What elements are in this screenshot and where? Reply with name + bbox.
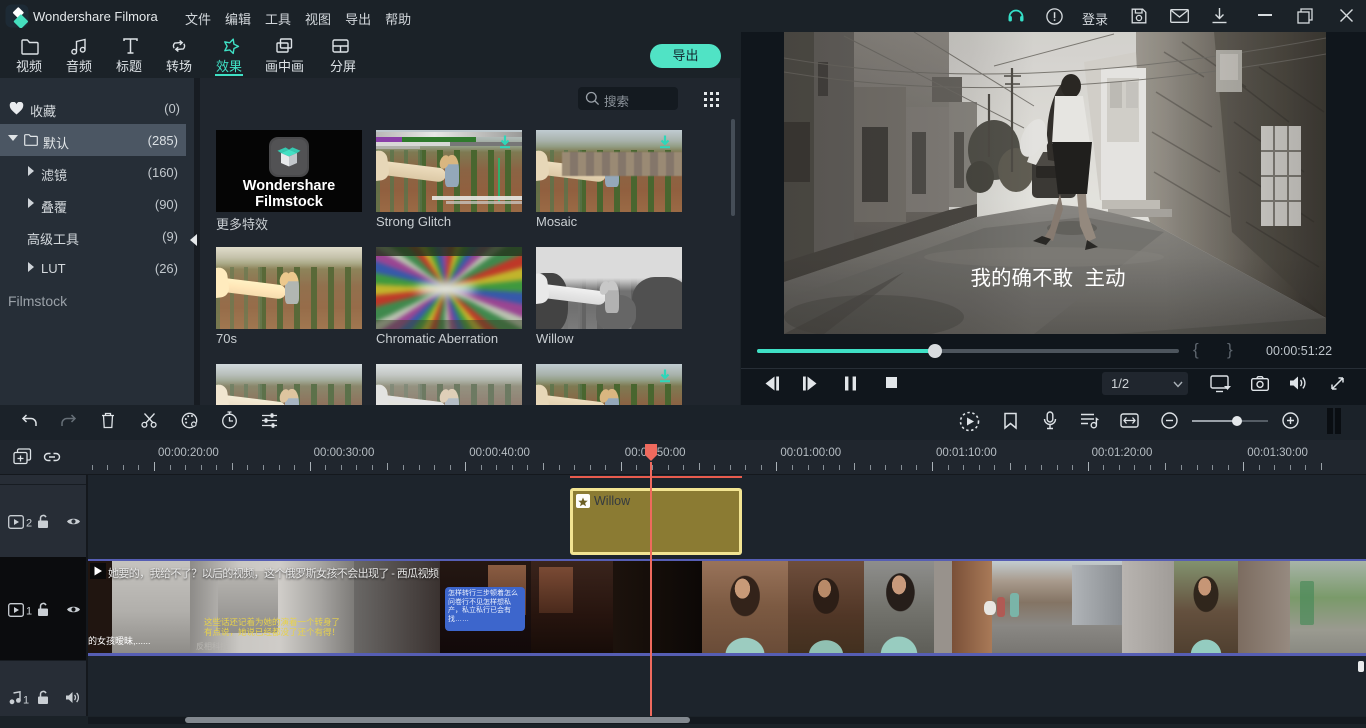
svg-text:我的确不敢 主动: 我的确不敢 主动 [971, 267, 1126, 290]
svg-text:1: 1 [26, 606, 32, 618]
svg-text:2: 2 [26, 518, 32, 530]
svg-text:1: 1 [23, 695, 29, 706]
